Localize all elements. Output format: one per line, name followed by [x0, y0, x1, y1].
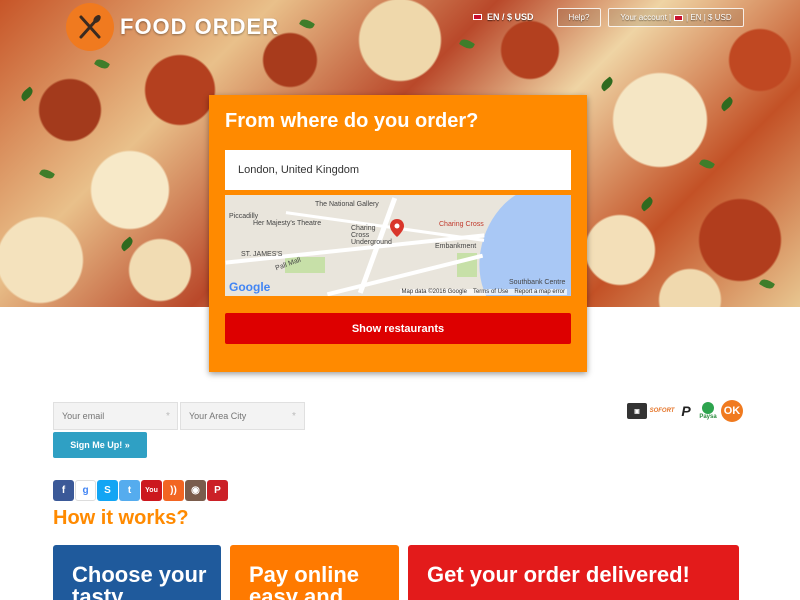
map-label: Piccadilly	[229, 213, 259, 220]
google-logo: Google	[229, 280, 271, 294]
herb-decoration	[599, 76, 615, 92]
herb-decoration	[38, 167, 56, 181]
help-button[interactable]: Help?	[557, 8, 601, 27]
herb-decoration	[719, 96, 735, 112]
facebook-icon[interactable]: f	[53, 480, 74, 501]
map-label: Her Majesty's Theatre	[253, 220, 322, 227]
order-title: From where do you order?	[225, 110, 479, 132]
herb-decoration	[19, 86, 35, 102]
pinterest-icon[interactable]: P	[207, 480, 228, 501]
payment-methods: ▣ SOFORT P Paysa OK	[627, 400, 743, 422]
account-label: Your account |	[620, 13, 672, 22]
herb-decoration	[119, 236, 135, 252]
twitter-icon[interactable]: t	[119, 480, 140, 501]
sofort-icon: SOFORT	[649, 408, 675, 414]
logo-text: FOOD ORDER	[120, 14, 280, 39]
step-card-delivered: Get your order delivered!	[408, 545, 739, 600]
herb-decoration	[298, 17, 316, 31]
uk-flag-icon	[674, 14, 684, 21]
paysa-icon: Paysa	[699, 400, 717, 422]
map-data-label: Map data ©2016 Google	[401, 289, 467, 295]
herb-decoration	[758, 277, 776, 291]
ok-icon: OK	[721, 400, 743, 422]
herb-decoration	[698, 157, 716, 171]
herb-decoration	[458, 37, 476, 51]
paypal-icon: P	[681, 403, 691, 419]
social-links: f g S t You )) ◉ P	[53, 480, 228, 501]
language-currency-label: EN / $ USD	[487, 12, 534, 22]
instagram-icon[interactable]: ◉	[185, 480, 206, 501]
sign-up-button[interactable]: Sign Me Up! »	[53, 432, 147, 458]
location-input[interactable]	[225, 150, 571, 190]
map-footer: Map data ©2016 Google Terms of Use Repor…	[399, 289, 567, 295]
fork-spoon-icon	[66, 3, 114, 51]
herb-decoration	[93, 57, 111, 71]
site-logo[interactable]: FOOD ORDER	[66, 3, 279, 51]
city-field[interactable]	[180, 402, 305, 430]
google-icon[interactable]: g	[75, 480, 96, 501]
rss-icon[interactable]: ))	[163, 480, 184, 501]
youtube-icon[interactable]: You	[141, 480, 162, 501]
required-asterisk: *	[292, 411, 296, 422]
how-it-works-title: How it works?	[53, 507, 189, 529]
email-field[interactable]	[53, 402, 178, 430]
uk-flag-icon	[473, 14, 482, 20]
map-label: Southbank Centre	[509, 279, 566, 286]
map-label: ST. JAMES'S	[241, 251, 283, 258]
map-report-link[interactable]: Report a map error	[514, 289, 565, 295]
map-terms-link[interactable]: Terms of Use	[473, 289, 508, 295]
step-card-choose: Choose your tasty	[53, 545, 221, 600]
wallet-icon: ▣	[627, 403, 647, 419]
step-card-pay: Pay online easy and	[230, 545, 399, 600]
skype-icon[interactable]: S	[97, 480, 118, 501]
show-restaurants-button[interactable]: Show restaurants	[225, 313, 571, 344]
location-map[interactable]: The National Gallery Piccadilly Her Maje…	[225, 195, 571, 296]
map-label: Charing Cross	[439, 221, 484, 228]
map-label: Charing Cross Underground	[351, 225, 392, 246]
map-pin-icon	[390, 219, 404, 237]
map-label: Embankment	[435, 243, 477, 250]
account-button[interactable]: Your account | | EN | $ USD	[608, 8, 744, 27]
language-currency-selector[interactable]: EN / $ USD	[473, 12, 534, 22]
herb-decoration	[639, 196, 655, 212]
map-label: The National Gallery	[315, 201, 379, 208]
required-asterisk: *	[166, 411, 170, 422]
order-panel: From where do you order? The National Ga…	[209, 95, 587, 372]
account-lang-label: | EN | $ USD	[686, 13, 732, 22]
